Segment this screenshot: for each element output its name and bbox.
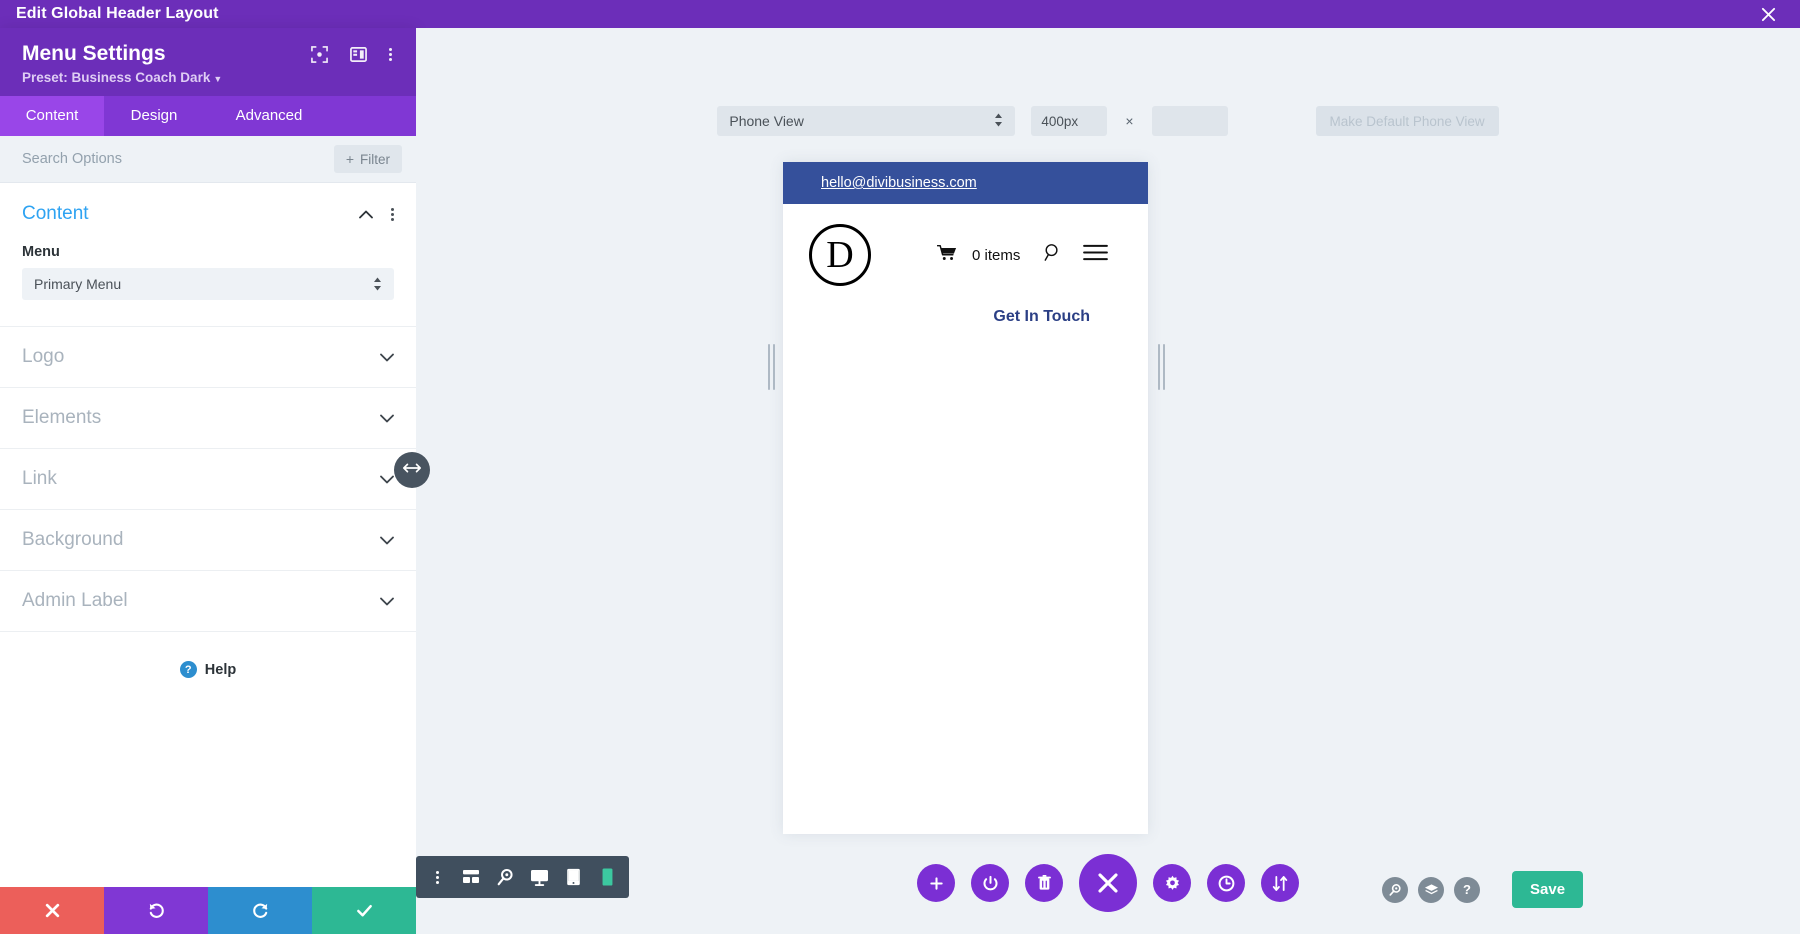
panel-title: Menu Settings <box>22 42 166 65</box>
search-input[interactable] <box>22 151 252 167</box>
view-mode-select[interactable]: Phone View <box>717 106 1015 136</box>
help-tool-button[interactable]: ? <box>1454 877 1480 903</box>
filter-button[interactable]: + Filter <box>334 145 402 173</box>
section-admin-label-title: Admin Label <box>22 590 128 612</box>
preview-cta-link[interactable]: Get In Touch <box>809 286 1124 326</box>
close-icon[interactable] <box>1748 0 1788 28</box>
plus-icon: + <box>346 151 354 167</box>
preview-width-input[interactable] <box>1031 106 1107 136</box>
save-button[interactable]: Save <box>1512 871 1583 908</box>
question-icon: ? <box>180 661 197 678</box>
window-title-bar: Edit Global Header Layout <box>0 0 1800 28</box>
panel-header: Menu Settings <box>0 28 416 96</box>
focus-target-icon[interactable] <box>311 46 328 63</box>
preview-cart-label: 0 items <box>972 247 1020 264</box>
help-link[interactable]: ? Help <box>0 632 416 707</box>
preview-header: D 0 items <box>783 204 1148 326</box>
chevron-up-icon[interactable] <box>359 208 373 221</box>
section-logo[interactable]: Logo <box>0 327 416 388</box>
search-icon[interactable] <box>1043 243 1062 267</box>
section-content-title: Content <box>22 203 89 225</box>
settings-button[interactable] <box>1153 864 1191 902</box>
menu-field-label: Menu <box>22 244 394 260</box>
chevron-down-icon <box>380 534 394 547</box>
section-content: Content Menu Primary Menu <box>0 183 416 327</box>
panel-body: Content Menu Primary Menu <box>0 183 416 887</box>
preview-resize-grip-left[interactable] <box>768 344 778 390</box>
spinner-arrows-icon <box>994 113 1003 130</box>
search-tool-button[interactable] <box>1382 877 1408 903</box>
question-icon: ? <box>1463 882 1471 897</box>
section-link-title: Link <box>22 468 57 490</box>
bottom-right-tools: ? Save <box>1382 871 1583 908</box>
make-default-label: Make Default Phone View <box>1330 114 1485 129</box>
preview-height-input[interactable] <box>1152 106 1228 136</box>
toggle-builder-button[interactable] <box>971 864 1009 902</box>
panel-action-bar <box>0 887 416 934</box>
preview-resize-grip-right[interactable] <box>1158 344 1168 390</box>
history-button[interactable] <box>1207 864 1245 902</box>
chevron-down-icon <box>380 351 394 364</box>
close-menu-button[interactable] <box>1079 854 1137 912</box>
menu-select-value: Primary Menu <box>34 276 121 292</box>
section-link[interactable]: Link <box>0 449 416 510</box>
view-mode-value: Phone View <box>729 113 803 129</box>
spinner-arrows-icon <box>373 277 382 291</box>
add-section-button[interactable] <box>917 864 955 902</box>
section-background[interactable]: Background <box>0 510 416 571</box>
phone-preview-frame: hello@divibusiness.com D <box>783 162 1148 834</box>
make-default-phone-view-button[interactable]: Make Default Phone View <box>1316 106 1499 136</box>
builder-action-bar <box>416 854 1800 912</box>
panel-layout-icon[interactable] <box>350 46 367 63</box>
menu-select[interactable]: Primary Menu <box>22 268 394 300</box>
preset-selector[interactable]: Preset: Business Coach Dark▼ <box>22 70 400 85</box>
horizontal-resize-icon <box>402 461 422 479</box>
page-title: Edit Global Header Layout <box>0 5 219 23</box>
section-more-options-icon[interactable] <box>391 208 394 221</box>
filter-label: Filter <box>360 152 390 167</box>
preview-top-bar: hello@divibusiness.com <box>783 162 1148 204</box>
shopping-cart-icon[interactable] <box>937 244 957 266</box>
preview-email-link[interactable]: hello@divibusiness.com <box>821 175 977 191</box>
undo-button[interactable] <box>104 887 208 934</box>
help-label: Help <box>205 662 236 678</box>
settings-panel: Menu Settings <box>0 28 416 934</box>
section-elements-title: Elements <box>22 407 101 429</box>
tab-design[interactable]: Design <box>104 96 204 136</box>
preview-logo: D <box>809 224 871 286</box>
apply-button[interactable] <box>312 887 416 934</box>
multiply-symbol: × <box>1125 113 1133 129</box>
portability-button[interactable] <box>1261 864 1299 902</box>
hamburger-menu-icon[interactable] <box>1083 243 1108 267</box>
chevron-down-icon <box>380 412 394 425</box>
section-elements[interactable]: Elements <box>0 388 416 449</box>
view-controls: Phone View × Make Default Phone View <box>416 106 1800 136</box>
section-logo-title: Logo <box>22 346 64 368</box>
section-background-title: Background <box>22 529 123 551</box>
trash-button[interactable] <box>1025 864 1063 902</box>
layers-tool-button[interactable] <box>1418 877 1444 903</box>
chevron-down-icon <box>380 595 394 608</box>
builder-canvas: Phone View × Make Default Phone View hel… <box>416 28 1800 934</box>
panel-tabs: Content Design Advanced <box>0 96 416 136</box>
preset-label: Preset: Business Coach Dark <box>22 70 210 85</box>
cancel-button[interactable] <box>0 887 104 934</box>
chevron-down-icon: ▼ <box>213 74 222 84</box>
redo-button[interactable] <box>208 887 312 934</box>
tab-advanced[interactable]: Advanced <box>204 96 334 136</box>
section-admin-label[interactable]: Admin Label <box>0 571 416 632</box>
panel-resize-handle[interactable] <box>394 452 430 488</box>
search-bar: + Filter <box>0 136 416 183</box>
more-options-icon[interactable] <box>389 48 392 61</box>
logo-letter: D <box>826 236 853 274</box>
chevron-down-icon <box>380 473 394 486</box>
tab-content[interactable]: Content <box>0 96 104 136</box>
